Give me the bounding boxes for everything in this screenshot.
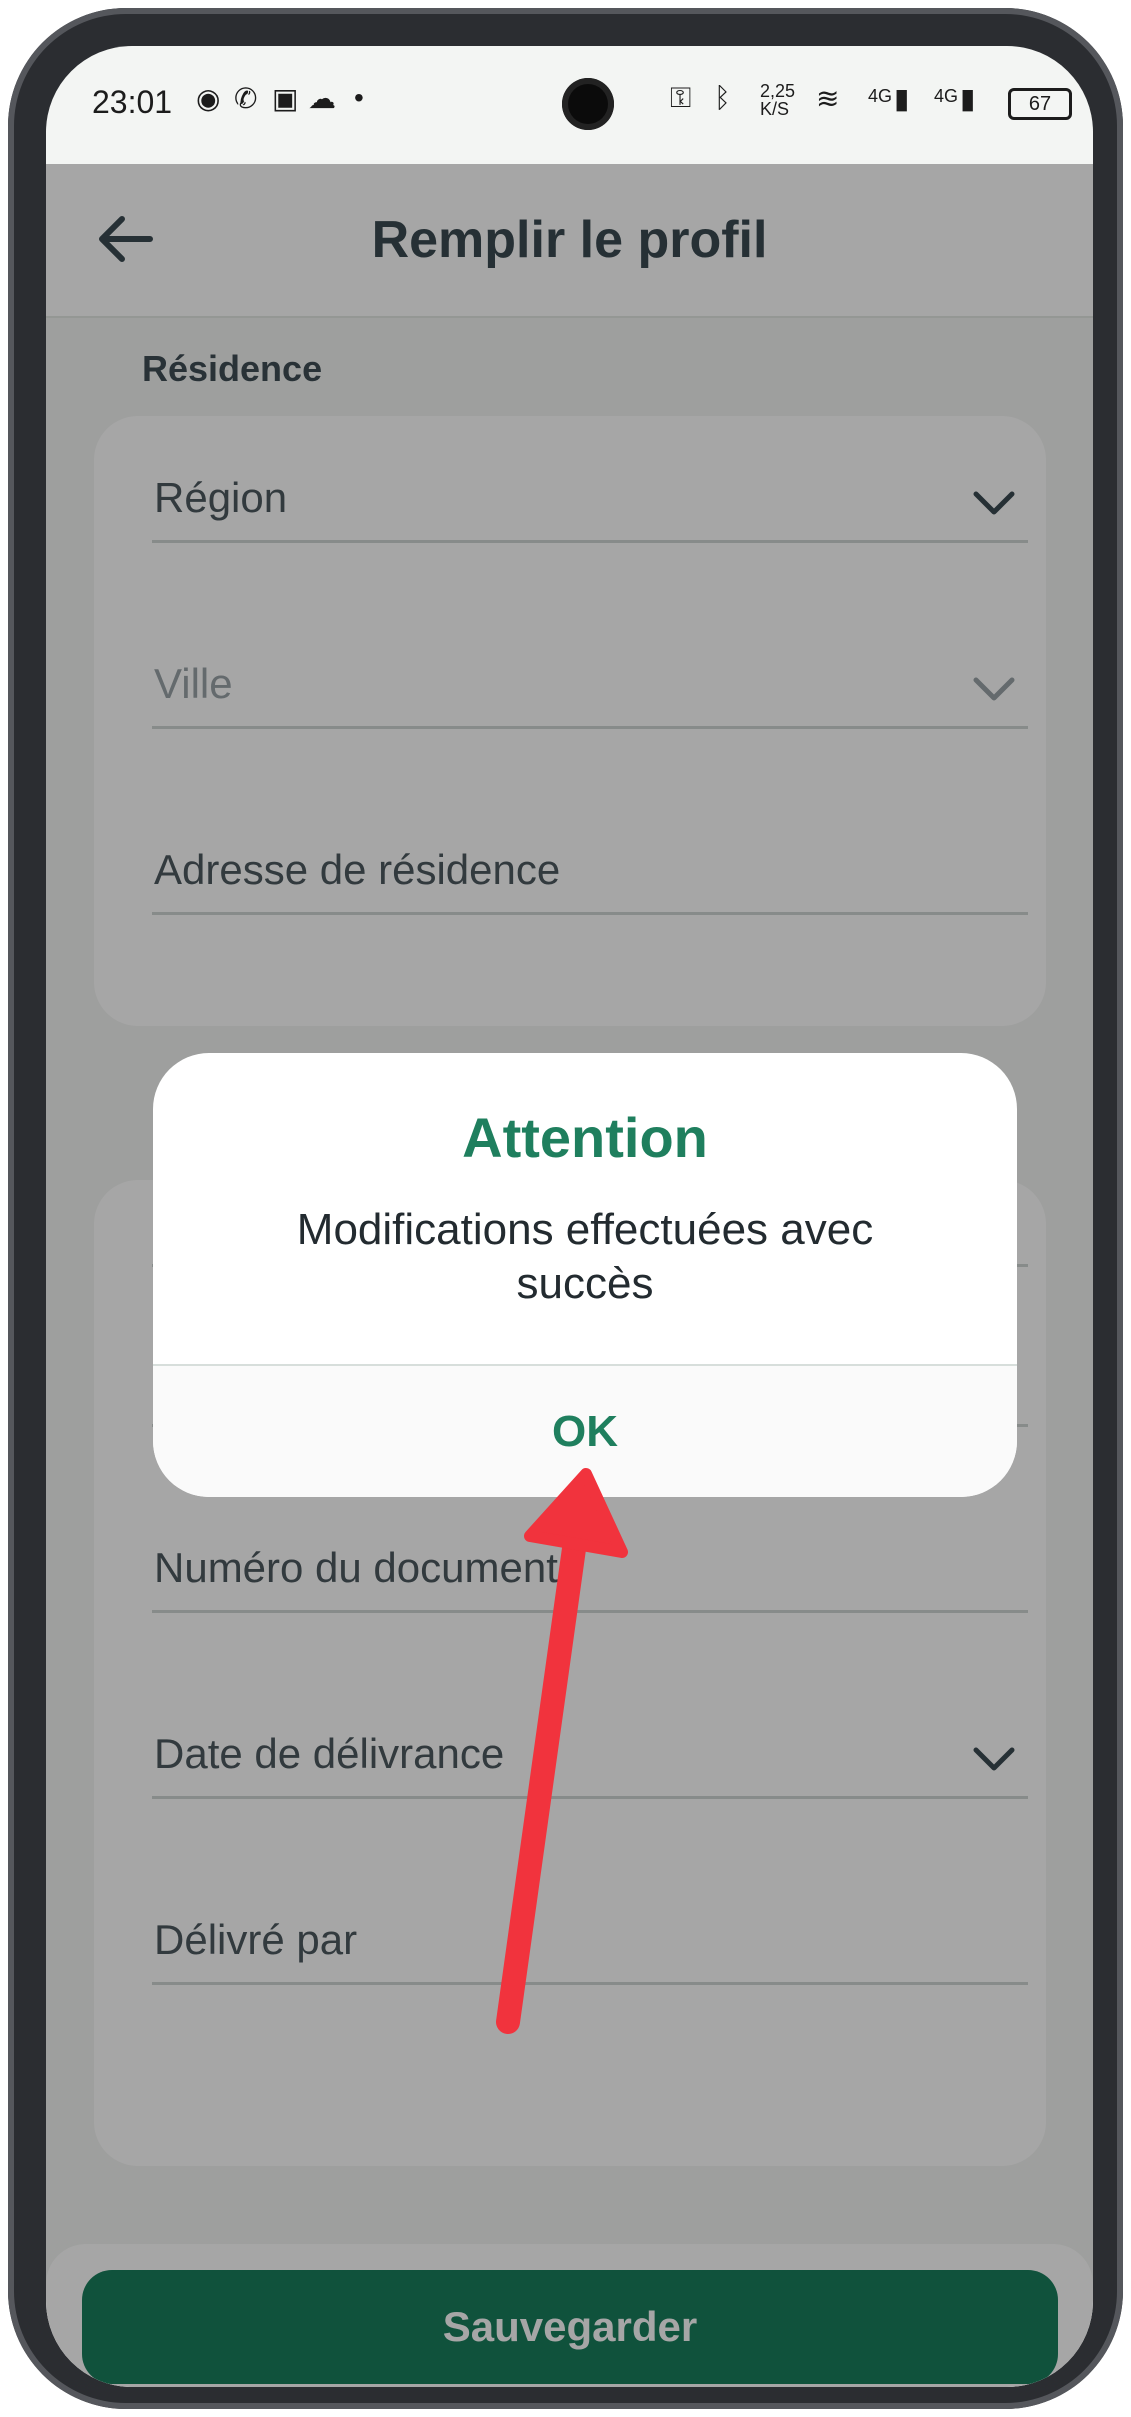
key-icon: ⚿ — [670, 82, 692, 113]
screen: 23:01 ◉ ✆ ▣ ☁ • ⚿ ᛒ 2,25 K/S ≋ 4G ▮ 4G ▮… — [46, 46, 1093, 2387]
app-icon: ▣ — [272, 83, 299, 114]
dialog-message: Modifications effectuées avec succès — [296, 1205, 874, 1308]
speed-unit: K/S — [760, 99, 790, 119]
network-label-1: 4G — [868, 86, 893, 106]
ok-button[interactable]: OK — [153, 1366, 1017, 1497]
network-label-2: 4G — [934, 86, 959, 106]
whatsapp-icon: ✆ — [234, 83, 258, 114]
chrome-icon: ◉ — [196, 83, 221, 114]
dot-icon: • — [354, 82, 364, 113]
status-time: 23:01 — [92, 84, 173, 120]
signal-icon-1: ▮ — [894, 83, 910, 114]
status-bar: 23:01 ◉ ✆ ▣ ☁ • ⚿ ᛒ 2,25 K/S ≋ 4G ▮ 4G ▮… — [46, 46, 1093, 164]
speed-indicator: 2,25 K/S — [760, 82, 795, 118]
speed-value: 2,25 — [760, 81, 796, 101]
alert-dialog: Attention Modifications effectuées avec … — [153, 1053, 1017, 1497]
battery-icon: 67 — [1008, 88, 1072, 120]
camera-hole — [562, 78, 614, 130]
signal-icon-2: ▮ — [960, 83, 976, 114]
phone-frame: 23:01 ◉ ✆ ▣ ☁ • ⚿ ᛒ 2,25 K/S ≋ 4G ▮ 4G ▮… — [8, 8, 1123, 2409]
cloud-icon: ☁ — [308, 83, 336, 114]
wifi-icon: ≋ — [816, 83, 840, 114]
bluetooth-icon: ᛒ — [714, 82, 731, 113]
dialog-title: Attention — [462, 1106, 708, 1169]
